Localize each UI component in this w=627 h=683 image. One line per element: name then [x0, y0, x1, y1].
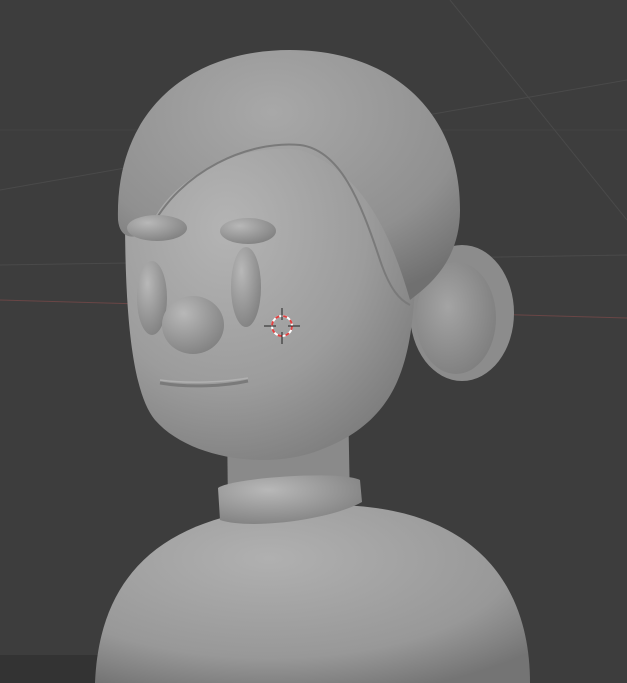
eyebrow-left — [127, 215, 187, 241]
eyebrow-right — [220, 218, 276, 244]
3d-viewport[interactable] — [0, 0, 627, 683]
nose — [162, 296, 224, 354]
floor-plane — [0, 655, 100, 683]
eye-right — [231, 247, 261, 327]
viewport-canvas[interactable] — [0, 0, 627, 683]
